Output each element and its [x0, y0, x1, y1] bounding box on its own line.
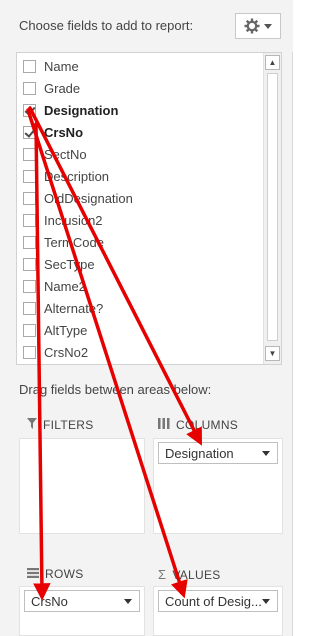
field-label: Name2	[44, 278, 86, 294]
columns-field-label: Designation	[165, 445, 234, 461]
field-checkbox[interactable]	[23, 257, 36, 271]
scroll-down-button[interactable]: ▼	[265, 346, 280, 361]
values-drop-area[interactable]: Count of Desig...	[153, 586, 283, 636]
field-label: Grade	[44, 80, 81, 96]
filters-drop-area[interactable]	[19, 438, 145, 534]
field-item[interactable]: Grade	[23, 77, 80, 99]
pivot-field-list-pane: Choose fields to add to report: Name Gra…	[0, 0, 293, 636]
field-list-scrollbar[interactable]: ▲ ▼	[263, 53, 281, 364]
field-item[interactable]: Name	[23, 55, 79, 77]
field-label: Description	[44, 168, 110, 184]
columns-label: COLUMNS	[176, 418, 239, 432]
field-item[interactable]: SecType	[23, 253, 95, 275]
chevron-down-icon[interactable]	[262, 451, 270, 456]
chevron-down-icon[interactable]	[262, 599, 270, 604]
field-checkbox[interactable]	[23, 301, 36, 315]
rows-area-title: ROWS	[27, 567, 84, 581]
field-list-header: Choose fields to add to report:	[0, 0, 293, 52]
field-label: Inclusion2	[44, 212, 103, 228]
values-field-label: Count of Desig...	[165, 593, 262, 609]
sigma-icon: Σ	[158, 567, 167, 582]
field-label: SecType	[44, 256, 95, 272]
field-label: Designation	[44, 102, 119, 118]
field-list: Name Grade Designation CrsNo SectNo Descripti…	[16, 52, 282, 365]
field-item[interactable]: TermCode	[23, 231, 104, 253]
field-item[interactable]: CrsNo2	[23, 341, 88, 363]
values-label: VALUES	[172, 567, 221, 582]
values-area-title: Σ VALUES	[158, 567, 221, 582]
field-label: SectNo	[44, 146, 87, 162]
field-label: CrsNo	[44, 124, 84, 140]
filters-label: FILTERS	[43, 418, 94, 432]
field-checkbox[interactable]	[23, 81, 36, 95]
field-item[interactable]: OldDesignation	[23, 187, 133, 209]
scroll-up-button[interactable]: ▲	[265, 55, 280, 70]
field-item[interactable]: SectNo	[23, 143, 87, 165]
field-checkbox[interactable]	[23, 323, 36, 337]
chevron-down-icon	[264, 23, 272, 29]
rows-drop-area[interactable]: CrsNo	[19, 586, 145, 636]
values-field-count-of-designation[interactable]: Count of Desig...	[158, 590, 278, 612]
columns-icon	[158, 418, 170, 432]
rows-label: ROWS	[45, 567, 84, 581]
field-list-title: Choose fields to add to report:	[19, 18, 194, 33]
field-checkbox[interactable]	[23, 59, 36, 73]
filters-area-title: FILTERS	[27, 418, 94, 432]
field-item[interactable]: Name2	[23, 275, 86, 297]
field-label: Name	[44, 58, 79, 74]
field-item[interactable]: AltType	[23, 319, 87, 341]
field-item[interactable]: Inclusion2	[23, 209, 103, 231]
columns-area-title: COLUMNS	[158, 418, 238, 432]
field-item[interactable]: Description	[23, 165, 109, 187]
scrollbar-thumb[interactable]	[267, 73, 278, 341]
rows-icon	[27, 567, 39, 581]
field-item[interactable]: Alternate?	[23, 297, 103, 319]
rows-field-label: CrsNo	[31, 593, 68, 609]
drag-instructions: Drag fields between areas below:	[19, 382, 212, 397]
chevron-down-icon[interactable]	[124, 599, 132, 604]
field-checkbox[interactable]	[23, 235, 36, 249]
field-checkbox[interactable]	[23, 125, 36, 139]
filter-icon	[27, 418, 37, 432]
columns-field-designation[interactable]: Designation	[158, 442, 278, 464]
field-checkbox[interactable]	[23, 103, 36, 117]
field-checkbox[interactable]	[23, 191, 36, 205]
field-list-settings-button[interactable]	[235, 13, 281, 39]
field-label: OldDesignation	[44, 190, 133, 206]
field-label: AltType	[44, 322, 88, 338]
gear-icon	[244, 18, 260, 34]
field-item[interactable]: Designation	[23, 99, 118, 121]
rows-field-crsno[interactable]: CrsNo	[24, 590, 140, 612]
field-checkbox[interactable]	[23, 213, 36, 227]
field-checkbox[interactable]	[23, 279, 36, 293]
field-label: TermCode	[44, 234, 104, 250]
field-checkbox[interactable]	[23, 147, 36, 161]
field-label: CrsNo2	[44, 344, 89, 360]
field-label: Alternate?	[44, 300, 104, 316]
field-item[interactable]: CrsNo	[23, 121, 83, 143]
columns-drop-area[interactable]: Designation	[153, 438, 283, 534]
field-checkbox[interactable]	[23, 345, 36, 359]
field-checkbox[interactable]	[23, 169, 36, 183]
